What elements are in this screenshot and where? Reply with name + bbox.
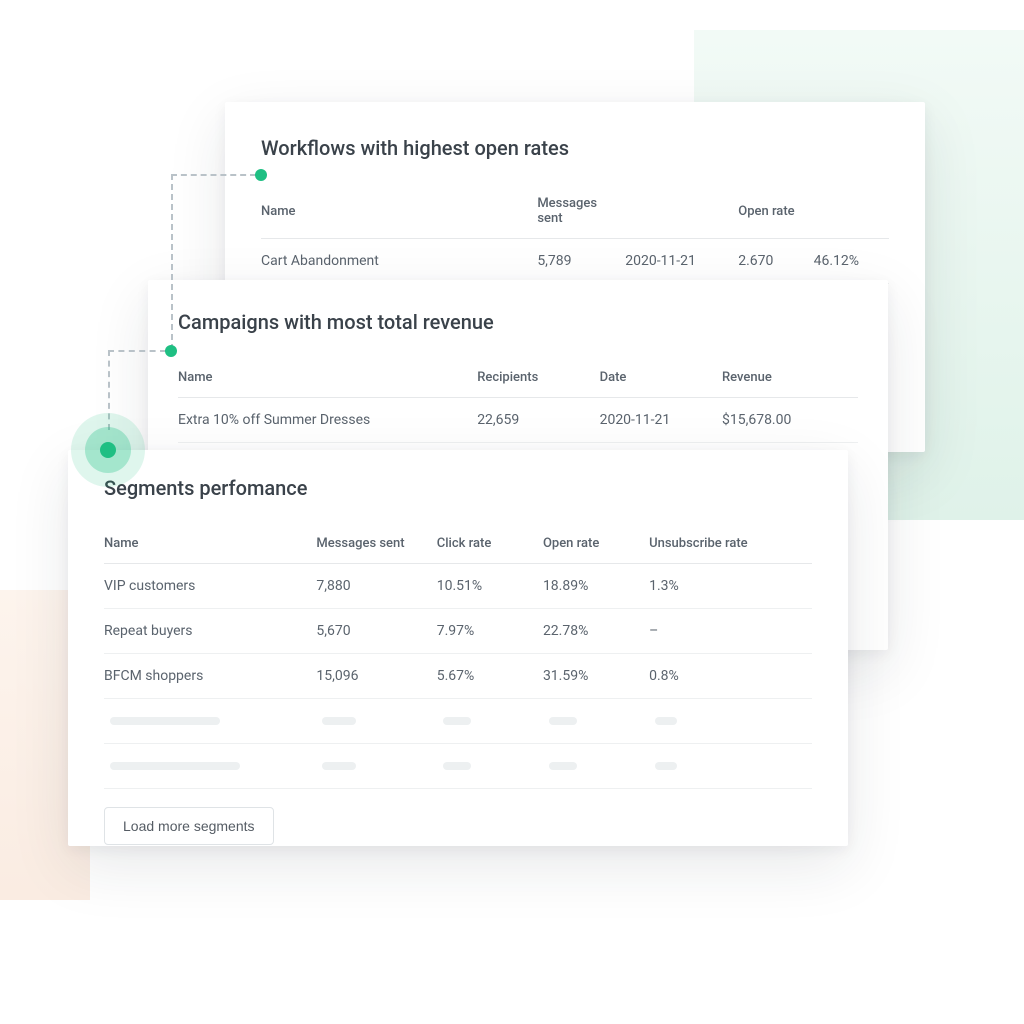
- col-recipients: Recipients: [477, 360, 599, 398]
- col-revenue: Revenue: [722, 360, 858, 398]
- cell-unsub: 0.8%: [649, 654, 812, 699]
- cell-click: 5.67%: [437, 654, 543, 699]
- node-dot-icon: [255, 169, 267, 181]
- workflows-title: Workflows with highest open rates: [261, 136, 889, 160]
- cell-unsub: –: [649, 609, 812, 654]
- connector-line: [108, 350, 166, 352]
- segments-title: Segments perfomance: [104, 476, 812, 500]
- connector-line: [171, 174, 173, 350]
- col-messages: Messages sent: [537, 186, 625, 239]
- table-row[interactable]: VIP customers 7,880 10.51% 18.89% 1.3%: [104, 564, 812, 609]
- cell-name: Extra 10% off Summer Dresses: [178, 398, 477, 443]
- cell-click: 7.97%: [437, 609, 543, 654]
- table-row[interactable]: Cart Abandonment 5,789 2020-11-21 2.670 …: [261, 239, 889, 284]
- node-dot-icon: [165, 345, 177, 357]
- cell-messages: 15,096: [316, 654, 436, 699]
- col-date: [625, 186, 738, 239]
- segments-card: Segments perfomance Name Messages sent C…: [68, 450, 848, 846]
- col-open-rate: Open rate: [738, 186, 813, 239]
- col-unsubscribe-rate: Unsubscribe rate: [649, 526, 812, 564]
- table-row[interactable]: Repeat buyers 5,670 7.97% 22.78% –: [104, 609, 812, 654]
- cell-pct: 46.12%: [814, 239, 889, 284]
- segments-table: Name Messages sent Click rate Open rate …: [104, 526, 812, 789]
- col-click-rate: Click rate: [437, 526, 543, 564]
- cell-name: Repeat buyers: [104, 609, 316, 654]
- col-date: Date: [600, 360, 722, 398]
- cell-unsub: 1.3%: [649, 564, 812, 609]
- placeholder-row: [104, 699, 812, 744]
- cell-date: 2020-11-21: [600, 398, 722, 443]
- placeholder-row: [104, 744, 812, 789]
- load-more-segments-button[interactable]: Load more segments: [104, 807, 274, 845]
- campaigns-table: Name Recipients Date Revenue Extra 10% o…: [178, 360, 858, 443]
- col-name: Name: [261, 186, 537, 239]
- cell-revenue: $15,678.00: [722, 398, 858, 443]
- cell-name: BFCM shoppers: [104, 654, 316, 699]
- pulse-dot-icon: [71, 413, 145, 487]
- cell-recipients: 22,659: [477, 398, 599, 443]
- cell-open: 22.78%: [543, 609, 649, 654]
- col-messages: Messages sent: [316, 526, 436, 564]
- col-name: Name: [178, 360, 477, 398]
- connector-line: [171, 174, 256, 176]
- table-row[interactable]: Extra 10% off Summer Dresses 22,659 2020…: [178, 398, 858, 443]
- cell-open: 31.59%: [543, 654, 649, 699]
- cell-click: 10.51%: [437, 564, 543, 609]
- cell-open: 2.670: [738, 239, 813, 284]
- cell-open: 18.89%: [543, 564, 649, 609]
- cell-messages: 5,789: [537, 239, 625, 284]
- campaigns-title: Campaigns with most total revenue: [178, 310, 858, 334]
- col-open-rate: Open rate: [543, 526, 649, 564]
- cell-messages: 5,670: [316, 609, 436, 654]
- cell-date: 2020-11-21: [625, 239, 738, 284]
- workflows-table: Name Messages sent Open rate Cart Abando…: [261, 186, 889, 284]
- cell-messages: 7,880: [316, 564, 436, 609]
- table-row[interactable]: BFCM shoppers 15,096 5.67% 31.59% 0.8%: [104, 654, 812, 699]
- cell-name: VIP customers: [104, 564, 316, 609]
- cell-name: Cart Abandonment: [261, 239, 537, 284]
- col-name: Name: [104, 526, 316, 564]
- col-open-pct: [814, 186, 889, 239]
